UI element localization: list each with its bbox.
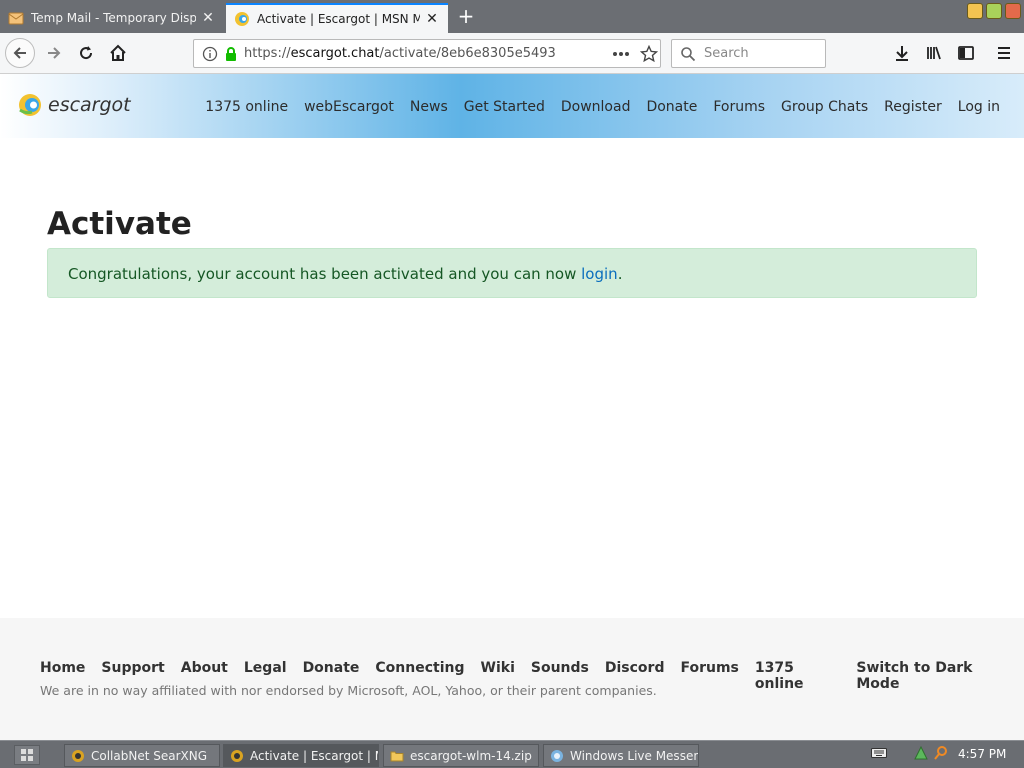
alert-period: . bbox=[617, 265, 623, 283]
nav-webescargot[interactable]: webEscargot bbox=[304, 99, 394, 115]
browser-nav-bar: https://escargot.chat/activate/8eb6e8305… bbox=[0, 33, 1024, 74]
escargot-favicon-icon bbox=[235, 12, 249, 26]
envelope-icon bbox=[8, 12, 24, 25]
site-logo[interactable]: escargot bbox=[18, 92, 131, 118]
success-alert: Congratulations, your account has been a… bbox=[47, 248, 977, 298]
tab-label: Temp Mail - Temporary Disposable Email bbox=[31, 11, 196, 25]
task-label: escargot-wlm-14.zip bbox=[410, 748, 532, 763]
library-button[interactable] bbox=[920, 39, 948, 67]
system-tray bbox=[871, 745, 949, 761]
taskbar-item-activate[interactable]: Activate | Escargot | MSN Messenger bbox=[223, 744, 379, 767]
url-prefix: https:// bbox=[244, 46, 291, 61]
minimize-window-button[interactable] bbox=[967, 3, 983, 19]
alert-message: Congratulations, your account has been a… bbox=[68, 265, 582, 283]
info-icon[interactable] bbox=[202, 46, 218, 62]
folder-icon bbox=[390, 751, 404, 761]
page-actions-icon[interactable] bbox=[612, 51, 630, 57]
menu-button[interactable] bbox=[990, 39, 1018, 67]
tab-label: Activate | Escargot | MSN Messenger bbox=[257, 12, 420, 26]
nav-download[interactable]: Download bbox=[561, 99, 631, 115]
page-title: Activate bbox=[47, 206, 192, 242]
task-label: CollabNet SearXNG bbox=[91, 748, 208, 763]
reload-button[interactable] bbox=[72, 39, 100, 67]
browser-icon bbox=[231, 749, 243, 762]
library-icon bbox=[927, 46, 941, 60]
browser-tab-bar: Temp Mail - Temporary Disposable Email ✕… bbox=[0, 0, 1024, 33]
network-icon[interactable] bbox=[913, 745, 929, 761]
nav-donate[interactable]: Donate bbox=[646, 99, 697, 115]
new-tab-button[interactable]: + bbox=[454, 5, 478, 29]
close-tab-icon[interactable]: ✕ bbox=[200, 10, 216, 26]
search-icon bbox=[681, 46, 696, 61]
maximize-window-button[interactable] bbox=[986, 3, 1002, 19]
task-label: Activate | Escargot | MSN Messenger bbox=[250, 748, 378, 763]
downloads-button[interactable] bbox=[888, 39, 916, 67]
download-icon bbox=[896, 46, 908, 61]
browser-icon bbox=[72, 749, 84, 762]
taskbar-item-searxng[interactable]: CollabNet SearXNG bbox=[64, 744, 220, 767]
sidebar-button[interactable] bbox=[952, 39, 980, 67]
nav-forums[interactable]: Forums bbox=[713, 99, 765, 115]
dark-mode-toggle[interactable]: Switch to Dark Mode bbox=[856, 660, 1008, 692]
nav-group-chats[interactable]: Group Chats bbox=[781, 99, 868, 115]
site-header: escargot 1375 online webEscargot News Ge… bbox=[0, 74, 1024, 138]
footer-link-forums[interactable]: Forums bbox=[680, 660, 738, 692]
url-bar[interactable]: https://escargot.chat/activate/8eb6e8305… bbox=[193, 39, 661, 68]
arrow-left-icon bbox=[13, 47, 26, 59]
nav-register[interactable]: Register bbox=[884, 99, 942, 115]
logo-text: escargot bbox=[48, 94, 131, 116]
messenger-icon bbox=[551, 749, 563, 762]
back-button[interactable] bbox=[5, 38, 35, 68]
grid-menu-icon bbox=[21, 749, 33, 761]
lock-icon[interactable] bbox=[224, 46, 238, 62]
nav-online-count[interactable]: 1375 online bbox=[205, 99, 288, 115]
bookmark-star-icon[interactable] bbox=[640, 44, 658, 63]
nav-news[interactable]: News bbox=[410, 99, 448, 115]
close-tab-icon[interactable]: ✕ bbox=[424, 11, 440, 27]
hamburger-menu-icon bbox=[998, 47, 1010, 59]
arrow-right-icon bbox=[48, 47, 61, 59]
start-button[interactable] bbox=[14, 745, 40, 765]
close-window-button[interactable] bbox=[1005, 3, 1021, 19]
keyboard-icon[interactable] bbox=[871, 747, 887, 759]
forward-button[interactable] bbox=[40, 39, 68, 67]
nav-log-in[interactable]: Log in bbox=[958, 99, 1000, 115]
tab-activate[interactable]: Activate | Escargot | MSN Messenger ✕ bbox=[226, 3, 448, 33]
taskbar-clock: 4:57 PM bbox=[958, 747, 1007, 761]
search-input[interactable]: Search bbox=[671, 39, 826, 68]
tab-temp-mail[interactable]: Temp Mail - Temporary Disposable Email ✕ bbox=[0, 3, 224, 33]
search-icon[interactable] bbox=[933, 745, 949, 761]
taskbar-item-folder[interactable]: escargot-wlm-14.zip bbox=[383, 744, 539, 767]
sidebar-icon bbox=[958, 46, 974, 60]
escargot-logo-icon bbox=[19, 94, 41, 116]
home-icon bbox=[110, 44, 126, 61]
site-nav: 1375 online webEscargot News Get Started… bbox=[189, 99, 1000, 115]
nav-get-started[interactable]: Get Started bbox=[464, 99, 545, 115]
footer-online-count[interactable]: 1375 online bbox=[755, 660, 840, 692]
url-path: /activate/8eb6e8305e5493 bbox=[379, 46, 556, 61]
task-label: Windows Live Messenger bbox=[570, 748, 698, 763]
reload-icon bbox=[80, 46, 93, 60]
search-placeholder: Search bbox=[704, 46, 749, 61]
url-host: escargot.chat bbox=[290, 46, 380, 61]
home-button[interactable] bbox=[104, 39, 132, 67]
footer-disclaimer: We are in no way affiliated with nor end… bbox=[40, 683, 657, 698]
os-taskbar: CollabNet SearXNG Activate | Escargot | … bbox=[0, 740, 1024, 768]
login-link[interactable]: login bbox=[581, 265, 618, 283]
site-footer: Home Support About Legal Donate Connecti… bbox=[0, 618, 1024, 740]
taskbar-item-messenger[interactable]: Windows Live Messenger bbox=[543, 744, 699, 767]
url-text[interactable]: https://escargot.chat/activate/8eb6e8305… bbox=[244, 46, 604, 61]
